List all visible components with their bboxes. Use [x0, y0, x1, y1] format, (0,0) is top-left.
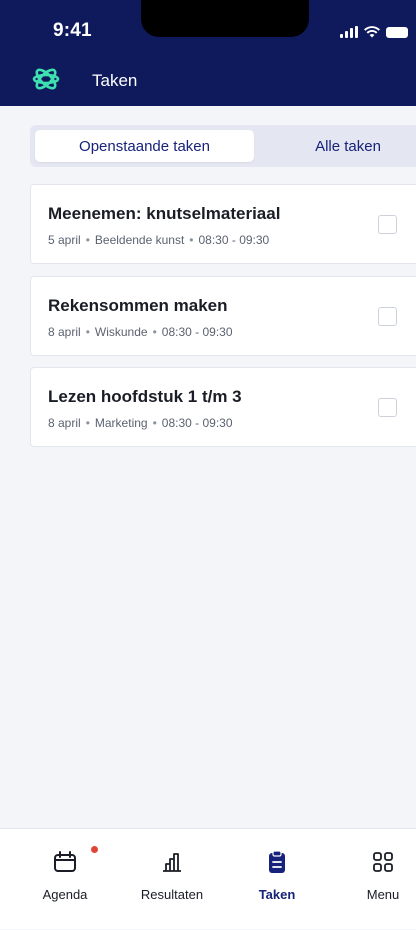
task-subject: Beeldende kunst — [94, 233, 185, 247]
wifi-icon — [364, 26, 380, 38]
separator-dot: • — [152, 416, 157, 430]
bar-chart-icon — [163, 853, 181, 872]
task-date: 8 april — [48, 416, 81, 430]
task-meta: 8 april • Wiskunde • 08:30 - 09:30 — [48, 325, 233, 339]
separator-dot: • — [85, 325, 90, 339]
task-date: 5 april — [48, 233, 81, 247]
nav-item-resultaten[interactable]: Resultaten — [122, 829, 222, 930]
calendar-icon — [54, 851, 76, 872]
task-title: Rekensommen maken — [48, 296, 228, 315]
task-title: Lezen hoofdstuk 1 t/m 3 — [48, 387, 242, 406]
nav-item-menu[interactable]: Menu — [333, 829, 416, 930]
tab-all-tasks[interactable]: Alle taken — [260, 130, 416, 162]
bottom-navigation: Agenda Resultaten Taken Menu — [0, 828, 416, 929]
app-header: 9:41 Taken — [0, 0, 416, 106]
tab-open-tasks[interactable]: Openstaande taken — [35, 130, 254, 162]
task-time: 08:30 - 09:30 — [161, 325, 233, 339]
task-time: 08:30 - 09:30 — [161, 416, 233, 430]
task-meta: 5 april • Beeldende kunst • 08:30 - 09:30 — [48, 233, 269, 247]
page-title: Taken — [92, 71, 138, 90]
task-title: Meenemen: knutselmateriaal — [48, 204, 281, 223]
nav-item-agenda[interactable]: Agenda — [15, 829, 115, 930]
task-card[interactable]: Rekensommen maken 8 april • Wiskunde • 08:30… — [30, 276, 416, 356]
notification-dot — [91, 846, 98, 853]
task-checkbox[interactable] — [378, 215, 397, 234]
device-notch — [141, 0, 309, 37]
separator-dot: • — [85, 416, 90, 430]
task-subject: Marketing — [94, 416, 148, 430]
separator-dot: • — [152, 325, 157, 339]
task-card[interactable]: Lezen hoofdstuk 1 t/m 3 8 april • Marketin… — [30, 367, 416, 447]
clipboard-icon — [269, 850, 285, 873]
separator-dot: • — [189, 233, 194, 247]
task-date: 8 april — [48, 325, 81, 339]
task-subject: Wiskunde — [94, 325, 148, 339]
separator-dot: • — [85, 233, 90, 247]
nav-label: Resultaten — [140, 887, 204, 902]
atom-logo-icon[interactable] — [31, 64, 61, 94]
nav-label: Taken — [258, 887, 296, 902]
signal-icon — [340, 26, 358, 38]
nav-item-taken[interactable]: Taken — [227, 829, 327, 930]
task-meta: 8 april • Marketing • 08:30 - 09:30 — [48, 416, 233, 430]
grid-icon — [373, 852, 393, 872]
task-checkbox[interactable] — [378, 398, 397, 417]
task-time: 08:30 - 09:30 — [198, 233, 270, 247]
task-checkbox[interactable] — [378, 307, 397, 326]
nav-label: Agenda — [42, 887, 88, 902]
task-card[interactable]: Meenemen: knutselmateriaal 5 april • Beeld… — [30, 184, 416, 264]
battery-icon — [386, 26, 408, 38]
status-time: 9:41 — [53, 20, 92, 41]
nav-label: Menu — [366, 887, 400, 902]
status-icons — [340, 26, 408, 38]
task-filter-tabs: Openstaande taken Alle taken — [30, 125, 416, 167]
